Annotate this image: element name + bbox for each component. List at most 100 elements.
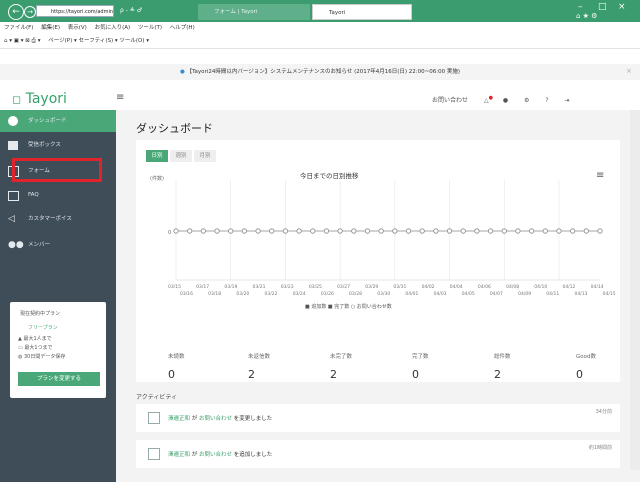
activity-time: 34分前 (595, 409, 612, 415)
x-tick-label: 03/23 (281, 284, 294, 290)
forward-icon[interactable]: → (24, 6, 36, 18)
activity-text: 澤邉正和 が お問い合わせ を変更しました (168, 416, 273, 422)
x-tick-label: 04/07 (490, 291, 503, 297)
address-tools[interactable]: ρ - ≙ ♂ (120, 7, 142, 14)
logout-icon[interactable]: ⇥ (564, 97, 569, 104)
x-tick-label: 03/29 (365, 284, 378, 290)
sidebar-item-label: 受信ボックス (28, 142, 61, 148)
x-tick-label: 04/01 (405, 291, 418, 297)
gridlines (175, 180, 600, 281)
user-icon[interactable]: ● (503, 97, 508, 104)
data-point (487, 228, 494, 234)
x-tick-label: 03/17 (196, 284, 209, 290)
stat-total: 総件数 2 (494, 352, 572, 381)
settings-gear-icon[interactable]: ⚙ (524, 97, 529, 104)
x-tick-label: 04/13 (574, 291, 587, 297)
x-tick-label: 04/04 (450, 284, 463, 290)
activity-target[interactable]: お問い合わせ (199, 452, 232, 458)
change-plan-button[interactable]: プランを変更する (18, 372, 100, 386)
help-icon[interactable]: ? (545, 97, 548, 104)
data-point (173, 228, 179, 234)
address-bar[interactable]: https://tayori.com/admin (36, 5, 114, 17)
stat-value: 2 (248, 368, 255, 381)
tab-monthly[interactable]: 月別 (194, 150, 216, 162)
sidebar-item-faq[interactable]: FAQ (0, 184, 116, 206)
home-star-gear-icons[interactable]: ⌂ ★ ⚙ (576, 12, 597, 20)
menu-file[interactable]: ファイル(F) (4, 25, 33, 31)
close-icon[interactable]: × (618, 2, 626, 12)
maintenance-notice[interactable]: ● 【Tayori24時間以内バージョン】システムメンテナンスのお知らせ (20… (0, 64, 640, 80)
plan-name: フリープラン (28, 325, 58, 331)
header-right: お問い合わせ △● ● ⚙ ? ⇥ (432, 95, 569, 104)
activity-item[interactable]: 澤邉正和 が お問い合わせ を変更しました 34分前 (136, 404, 620, 432)
line-chart: 0 03/15 03/17 03/19 03/21 03/23 03/25 03/27 03/… (168, 180, 616, 297)
menu-tools[interactable]: ツール(T) (138, 25, 162, 31)
sidebar-item-label: FAQ (28, 192, 39, 198)
menu-help[interactable]: ヘルプ(H) (170, 25, 195, 31)
x-tick-label: 04/08 (506, 284, 519, 290)
x-axis-labels: 03/15 03/17 03/19 03/21 03/23 03/25 03/27 03/29… (168, 284, 616, 297)
menu-favorites[interactable]: お気に入り(A) (95, 25, 131, 31)
data-point (460, 228, 466, 234)
notice-close-icon[interactable]: × (626, 67, 632, 75)
stat-label: 未完了数 (330, 354, 353, 360)
tab-weekly[interactable]: 週別 (170, 150, 192, 162)
chart-title: 今日までの日別推移 (300, 172, 359, 180)
minimize-icon[interactable]: – (578, 2, 583, 12)
command-icons[interactable]: ⌂ ▾ ▣ ▾ ⊠ ⎙ ▾ (4, 38, 40, 44)
notification-bell-icon[interactable]: △● (484, 95, 493, 104)
activity-item[interactable]: 澤邉正和 が お問い合わせ を追加しました 約1時間前 (136, 440, 620, 468)
browser-tab-form[interactable]: フォーム | Tayori (198, 4, 310, 20)
x-tick-label: 03/26 (321, 291, 334, 297)
x-tick-label: 04/03 (434, 291, 447, 297)
sidebar-item-members[interactable]: ●● メンバー (0, 234, 116, 256)
maximize-icon[interactable]: □ (598, 2, 607, 12)
activity-target[interactable]: お問い合わせ (199, 416, 232, 422)
inbox-icon (8, 141, 18, 150)
x-tick-label: 03/30 (377, 291, 390, 297)
plan-limit-forms: ▭ 最大1つまで (18, 345, 53, 351)
command-menus[interactable]: ページ(P) ▾ セーフティ(S) ▾ ツール(O) ▾ (48, 38, 149, 44)
data-point (419, 228, 425, 234)
data-point (570, 228, 576, 234)
sidebar-item-label: カスタマーボイス (28, 216, 72, 222)
x-tick-label: 03/18 (208, 291, 221, 297)
x-tick-label: 03/20 (236, 291, 249, 297)
back-icon[interactable]: ← (8, 4, 24, 20)
sidebar-item-customer-voice[interactable]: ◁ カスタマーボイス (0, 208, 116, 230)
data-point (501, 228, 507, 234)
activity-user[interactable]: 澤邉正和 (168, 416, 190, 422)
chart-legend[interactable]: ■ 追加数 ■ 完了数 ○ お問い合わせ数 (305, 303, 392, 310)
stat-value: 2 (330, 368, 337, 381)
sidebar-item-dashboard[interactable]: ダッシュボード (0, 110, 116, 132)
logo-text: Tayori (25, 91, 67, 107)
menu-view[interactable]: 表示(V) (68, 25, 87, 31)
activity-title: アクティビティ (136, 394, 177, 401)
stat-value: 0 (576, 368, 583, 381)
activity-user[interactable]: 澤邉正和 (168, 452, 190, 458)
scrollbar[interactable] (630, 110, 640, 470)
hamburger-menu-icon[interactable]: ≡ (116, 92, 124, 103)
plan-limit-users: ▲ 最大1人まで (18, 336, 52, 342)
stat-value: 0 (412, 368, 419, 381)
tayori-logo[interactable]: ◻ Tayori (12, 91, 67, 107)
page-title: ダッシュボード (136, 122, 213, 135)
stat-value: 0 (168, 368, 175, 381)
contact-link[interactable]: お問い合わせ (432, 97, 468, 104)
data-point (529, 228, 535, 234)
x-tick-label: 03/27 (337, 284, 350, 290)
sidebar-item-inbox[interactable]: 受信ボックス (0, 134, 116, 156)
stat-unreplied: 未返信数 2 (248, 352, 326, 381)
faq-icon (8, 191, 19, 201)
x-tick-label: 04/15 (603, 291, 616, 297)
browser-tab-tayori[interactable]: Tayori (312, 4, 412, 20)
sidebar-item-label: メンバー (28, 242, 51, 248)
data-point (282, 228, 289, 234)
menu-edit[interactable]: 編集(E) (41, 25, 60, 31)
stat-unread: 未読数 0 (168, 352, 246, 381)
tab-daily[interactable]: 日別 (146, 150, 168, 162)
x-tick-label: 03/19 (224, 284, 237, 290)
x-tick-label: 03/15 (168, 284, 181, 290)
x-tick-label: 03/28 (349, 291, 362, 297)
x-tick-label: 04/11 (546, 291, 559, 297)
